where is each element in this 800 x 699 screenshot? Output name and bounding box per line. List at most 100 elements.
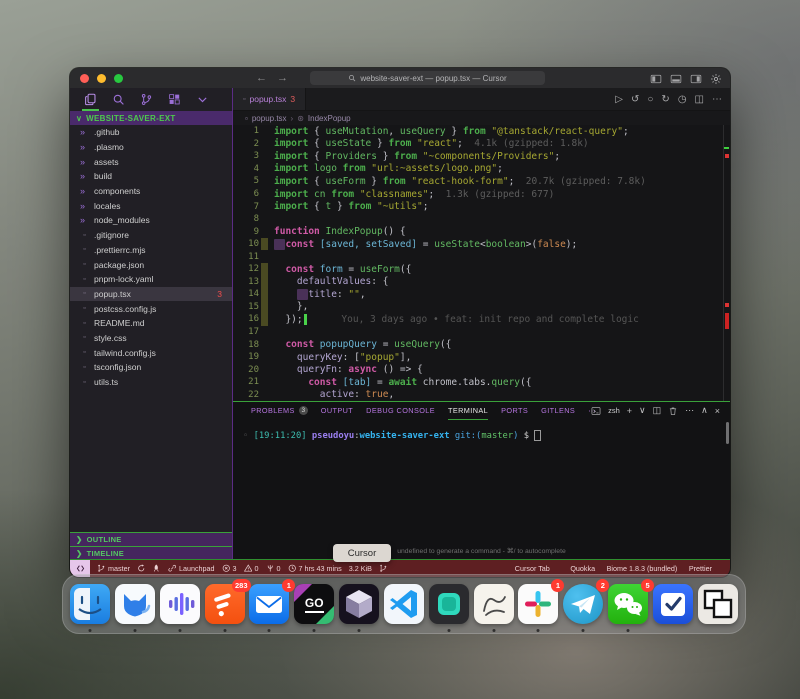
dock-app-wechat[interactable]: 5: [608, 584, 648, 624]
dropdown-icon[interactable]: ∨: [639, 405, 646, 416]
token: =: [371, 377, 388, 388]
chevron-down-icon[interactable]: [196, 93, 209, 106]
record-icon[interactable]: ○: [647, 94, 653, 105]
split-editor-icon[interactable]: ◫: [695, 94, 704, 105]
close-panel-icon[interactable]: ×: [715, 406, 720, 416]
more-icon[interactable]: ⋯: [685, 405, 694, 416]
status-item-3[interactable]: 3: [222, 564, 237, 573]
status-item-launchpad[interactable]: Launchpad: [168, 564, 215, 573]
minimize-window-button[interactable]: [97, 74, 106, 83]
layout-panel-bottom-icon[interactable]: [670, 72, 682, 84]
more-actions-icon[interactable]: ⋯: [712, 94, 722, 105]
dock-app-finder[interactable]: [70, 584, 110, 624]
maximize-panel-icon[interactable]: ∧: [701, 405, 708, 416]
split-terminal-icon[interactable]: ◫: [653, 405, 662, 416]
search-icon[interactable]: [112, 93, 125, 106]
line-text: import { t } from "~utils";: [268, 201, 429, 212]
sidebar-item-package.json[interactable]: ▫package.json: [70, 257, 232, 272]
explorer-icon[interactable]: [84, 93, 97, 106]
breadcrumb[interactable]: ▫ popup.tsx › ⊛ IndexPopup: [233, 111, 730, 125]
code-line-22: 22 active: true,: [233, 388, 730, 401]
sidebar-item-.prettierrc.mjs[interactable]: ▫.prettierrc.mjs: [70, 243, 232, 258]
step-back-icon[interactable]: ↺: [631, 94, 639, 105]
dock-app-screenshot-frames-app[interactable]: [698, 584, 738, 624]
tab-popup-tsx[interactable]: ▫ popup.tsx 3: [233, 88, 306, 110]
panel-tab-output[interactable]: OUTPUT: [321, 402, 353, 419]
dock-app-slack[interactable]: 1: [518, 584, 558, 624]
dock-app-sketch-notes-app[interactable]: [474, 584, 514, 624]
status-item-7-hrs-43-mins[interactable]: 7 hrs 43 mins: [288, 564, 342, 573]
sidebar-item-tsconfig.json[interactable]: ▫tsconfig.json: [70, 360, 232, 375]
dock-app-cursor[interactable]: [339, 584, 379, 624]
panel-tab-gitlens[interactable]: GITLENS: [541, 402, 575, 419]
explorer-section-header[interactable]: ∨ WEBSITE-SAVER-EXT: [70, 111, 232, 125]
status-item-rocket[interactable]: [152, 564, 161, 573]
panel-tab-debug-console[interactable]: DEBUG CONSOLE: [366, 402, 435, 419]
sidebar-item-components[interactable]: »components: [70, 184, 232, 199]
dock-app-feed-reader-app[interactable]: 283: [205, 584, 245, 624]
dock-app-tasks-app[interactable]: [653, 584, 693, 624]
code-editor[interactable]: 1import { useMutation, useQuery } from "…: [233, 125, 730, 401]
dock-app-fox-app[interactable]: [115, 584, 155, 624]
sidebar-item-tailwind.config.js[interactable]: ▫tailwind.config.js: [70, 345, 232, 360]
outline-section[interactable]: ❯OUTLINE: [70, 532, 232, 546]
status-item-3-2-kib[interactable]: 3.2 KiB: [349, 564, 372, 573]
layout-sidebar-right-icon[interactable]: [690, 72, 702, 84]
panel-tab-terminal[interactable]: TERMINAL: [448, 402, 488, 420]
dock-app-mail[interactable]: 1: [249, 584, 289, 624]
sidebar-item-assets[interactable]: »assets: [70, 154, 232, 169]
settings-gear-icon[interactable]: [710, 72, 722, 84]
overview-ruler[interactable]: [723, 125, 730, 401]
item-label: pnpm-lock.yaml: [94, 274, 154, 284]
sidebar-item-locales[interactable]: »locales: [70, 198, 232, 213]
timeline-section[interactable]: ❯TIMELINE: [70, 546, 232, 560]
sidebar-item-utils.ts[interactable]: ▫utils.ts: [70, 375, 232, 390]
terminal-scrollbar[interactable]: [726, 422, 729, 444]
dock-app-warp-terminal-app[interactable]: [429, 584, 469, 624]
dock-app-vscode[interactable]: [384, 584, 424, 624]
sidebar-item-build[interactable]: »build: [70, 169, 232, 184]
terminal-icon[interactable]: [591, 406, 601, 416]
status-item-prettier[interactable]: Prettier: [686, 564, 712, 573]
sidebar-item-node_modules[interactable]: »node_modules: [70, 213, 232, 228]
dock-app-telegram[interactable]: 2: [563, 584, 603, 624]
sidebar-item-.plasmo[interactable]: ».plasmo: [70, 140, 232, 155]
panel-tab-problems[interactable]: PROBLEMS3: [251, 402, 308, 419]
terminal-prompt[interactable]: ◦ [19:11:20] pseudoyu:website-saver-ext …: [243, 430, 541, 441]
layout-sidebar-left-icon[interactable]: [650, 72, 662, 84]
back-icon[interactable]: ←: [256, 72, 267, 84]
run-timer-icon[interactable]: ◷: [678, 94, 687, 105]
panel-tab-ports[interactable]: PORTS: [501, 402, 528, 419]
sidebar-item-popup.tsx[interactable]: ▫popup.tsx3: [70, 287, 232, 302]
new-terminal-icon[interactable]: +: [627, 406, 632, 416]
line-text: import { Providers } from "~components/P…: [268, 151, 560, 162]
status-item-master[interactable]: master: [97, 564, 130, 573]
sidebar-item-README.md[interactable]: ▫README.md: [70, 316, 232, 331]
status-item-sync[interactable]: [137, 564, 146, 573]
sidebar-item-style.css[interactable]: ▫style.css: [70, 331, 232, 346]
token: IndexPopup: [320, 226, 383, 237]
status-item-biome-1-8-3-bundled-[interactable]: Biome 1.8.3 (bundled): [604, 564, 677, 573]
status-item-0[interactable]: 0: [266, 564, 281, 573]
close-window-button[interactable]: [80, 74, 89, 83]
status-item-quokka[interactable]: Quokka: [568, 564, 595, 573]
step-forward-icon[interactable]: ↻: [661, 94, 669, 105]
run-icon[interactable]: ▷: [615, 94, 623, 105]
item-label: node_modules: [94, 215, 150, 225]
status-item-cursor-tab[interactable]: Cursor Tab: [515, 564, 550, 573]
token: {: [308, 176, 325, 187]
source-control-icon[interactable]: [140, 93, 153, 106]
sidebar-item-.gitignore[interactable]: ▫.gitignore: [70, 228, 232, 243]
dock-app-goland[interactable]: GO: [294, 584, 334, 624]
status-item-branch[interactable]: [379, 564, 388, 573]
sidebar-item-.github[interactable]: ».github: [70, 125, 232, 140]
extensions-icon[interactable]: [168, 93, 181, 106]
command-center[interactable]: website-saver-ext — popup.tsx — Cursor: [310, 71, 545, 85]
dock-app-audio-waveform-app[interactable]: [160, 584, 200, 624]
sidebar-item-postcss.config.js[interactable]: ▫postcss.config.js: [70, 301, 232, 316]
sidebar-item-pnpm-lock.yaml[interactable]: ▫pnpm-lock.yaml: [70, 272, 232, 287]
forward-icon[interactable]: →: [277, 72, 288, 84]
status-item-0[interactable]: 0: [244, 564, 259, 573]
zoom-window-button[interactable]: [114, 74, 123, 83]
trash-icon[interactable]: [668, 406, 678, 416]
